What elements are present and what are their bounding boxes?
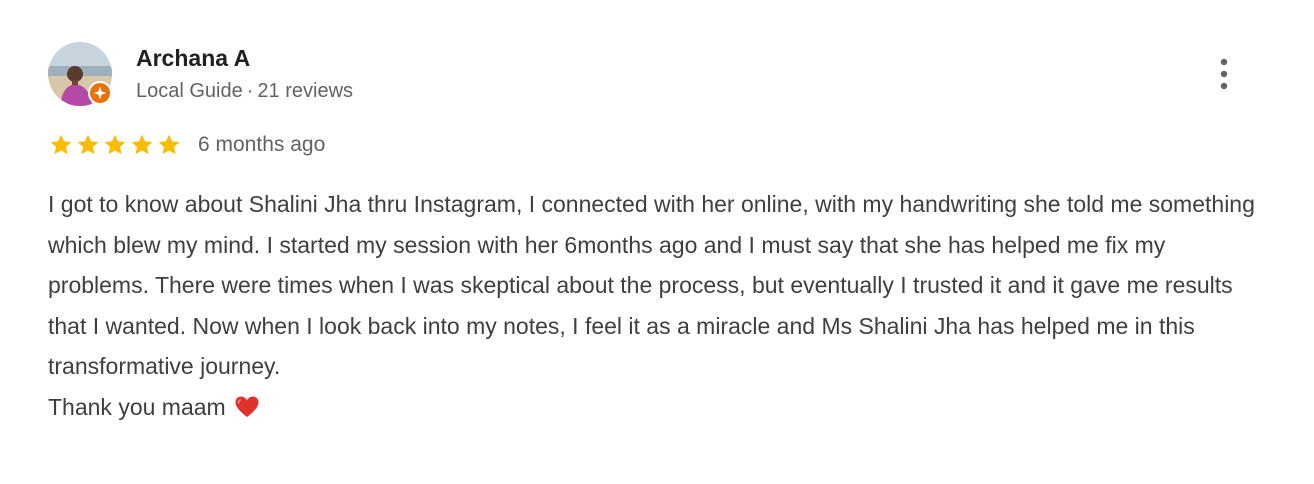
author-name[interactable]: Archana A xyxy=(136,44,250,72)
local-guide-label: Local Guide xyxy=(136,80,243,102)
star-rating xyxy=(48,132,182,158)
review-closing: Thank you maam xyxy=(48,387,1268,428)
star-icon xyxy=(50,134,72,155)
rating-row: 6 months ago xyxy=(48,130,325,160)
reviews-count: 21 reviews xyxy=(257,80,354,102)
meta-separator: · xyxy=(246,80,254,102)
avatar[interactable] xyxy=(48,42,112,106)
more-vert-icon xyxy=(1220,58,1228,90)
star-icon xyxy=(158,134,180,155)
local-guide-star-icon xyxy=(88,81,112,105)
star-icon xyxy=(131,134,153,155)
star-icon xyxy=(77,134,99,155)
author-meta: Local Guide · 21 reviews xyxy=(136,78,353,104)
review-paragraph: I got to know about Shalini Jha thru Ins… xyxy=(48,191,1255,379)
closing-text: Thank you maam xyxy=(48,393,226,420)
more-options-button[interactable] xyxy=(1204,52,1244,96)
red-heart-icon xyxy=(235,396,259,417)
star-icon xyxy=(104,134,126,155)
review-card: Archana A Local Guide · 21 reviews 6 month… xyxy=(0,0,1314,484)
review-text: I got to know about Shalini Jha thru Ins… xyxy=(48,184,1268,427)
review-date: 6 months ago xyxy=(198,133,326,156)
